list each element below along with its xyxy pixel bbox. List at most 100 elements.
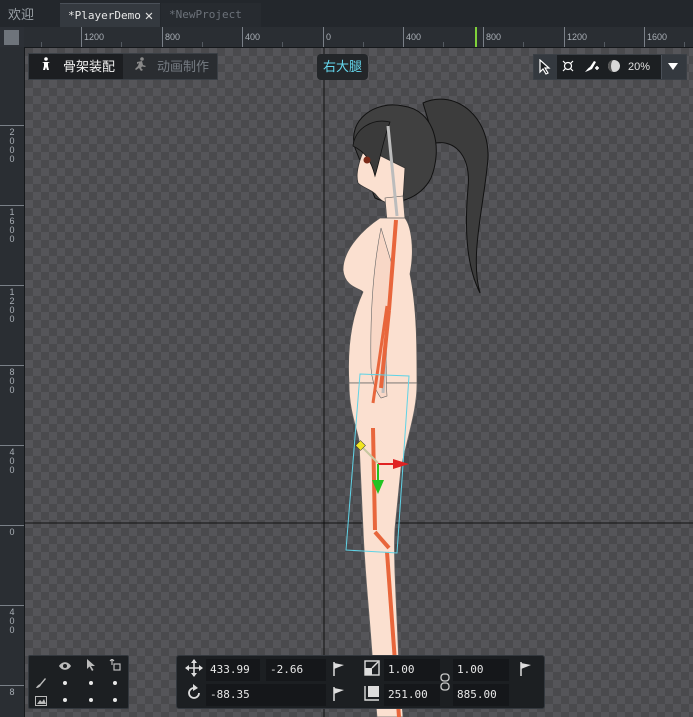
ruler-minor-tick: [121, 42, 122, 47]
cursor-icon: [539, 59, 551, 75]
ruler-tick: 800: [162, 27, 180, 47]
ruler-minor-tick: [363, 42, 364, 47]
ruler-tick: 400: [403, 27, 421, 47]
pointer-icon[interactable]: [81, 658, 101, 672]
ruler-minor-tick: [41, 42, 42, 47]
ruler-tick-label: 8: [9, 687, 15, 697]
height-field[interactable]: 885.00: [453, 684, 509, 706]
ruler-tick-label: 1200: [567, 32, 588, 42]
right-thigh-bone[interactable]: [371, 427, 377, 531]
ruler-tick-label: 2000: [9, 127, 15, 164]
select-tool-button[interactable]: [534, 55, 557, 79]
ruler-tick: 1600: [644, 27, 667, 47]
scale-x-field[interactable]: 1.00: [384, 659, 440, 681]
ruler-minor-tick: [604, 42, 605, 47]
ruler-tick-label: 800: [165, 32, 181, 42]
horizontal-ruler: 1200 800 400 0 400 800 1200 1600: [24, 27, 693, 48]
tab-player-demo[interactable]: *PlayerDemo ✕: [60, 3, 160, 27]
zoom-dropdown-button[interactable]: [661, 55, 686, 79]
person-running-icon: [133, 54, 147, 79]
ruler-tick-label: 400: [9, 447, 15, 475]
ruler-tick: 400: [0, 605, 24, 635]
ruler-tick-label: 800: [486, 32, 502, 42]
add-bone-button[interactable]: [580, 55, 603, 79]
position-x-field[interactable]: 433.99: [206, 659, 260, 681]
ruler-tick: 1200: [564, 27, 587, 47]
ruler-minor-tick: [523, 42, 524, 47]
scene-view: [25, 48, 693, 717]
tab-label: 欢迎: [8, 7, 35, 22]
person-standing-icon: [39, 54, 53, 79]
chevron-down-icon: [668, 63, 678, 70]
image-icon: [33, 693, 49, 707]
ruler-tick-label: 1200: [9, 287, 15, 324]
toggle-dot[interactable]: [89, 698, 93, 702]
ruler-tick: 400: [0, 445, 24, 475]
ruler-tick-label: 1600: [647, 32, 668, 42]
scale-y-field[interactable]: 1.00: [453, 659, 509, 681]
width-field[interactable]: 251.00: [384, 684, 440, 706]
ruler-position-marker: [475, 27, 477, 47]
tab-welcome[interactable]: 欢迎: [0, 3, 58, 27]
ruler-tick-label: 0: [9, 527, 15, 537]
flag-icon[interactable]: [332, 687, 346, 701]
ruler-tick: 800: [0, 365, 24, 395]
toggle-dot[interactable]: [89, 681, 93, 685]
ruler-corner-square: [4, 30, 19, 45]
ruler-minor-tick: [202, 42, 203, 47]
selected-bone-label: 右大腿: [317, 54, 369, 80]
rotation-field[interactable]: -88.35: [206, 684, 326, 706]
toggle-dot[interactable]: [63, 698, 67, 702]
eye-icon[interactable]: [55, 658, 75, 672]
move-icon: [185, 659, 203, 677]
ruler-tick-label: 1600: [9, 207, 15, 244]
ruler-tick: 8: [0, 685, 24, 697]
ik-button[interactable]: [603, 55, 626, 79]
ruler-tick: 1200: [81, 27, 104, 47]
ruler-tick-label: 800: [9, 367, 15, 395]
bone-tool-button[interactable]: [557, 55, 580, 79]
scale-icon: [364, 660, 380, 676]
tab-bar: 欢迎 *PlayerDemo ✕ *NewProject: [0, 0, 693, 28]
size-icon: [364, 686, 379, 701]
link-icon[interactable]: [105, 658, 125, 672]
ruler-minor-tick: [443, 42, 444, 47]
flag-icon[interactable]: [332, 662, 346, 676]
rig-mode-button[interactable]: 骨架装配: [29, 54, 123, 79]
editor-canvas[interactable]: 骨架装配 动画制作 右大腿 20% 433.99 -2.66 -88.35 1.…: [25, 48, 693, 717]
character-sprite[interactable]: [342, 98, 489, 717]
character-eye: [363, 156, 371, 164]
tab-label: *PlayerDemo: [68, 9, 141, 22]
position-y-field[interactable]: -2.66: [266, 659, 326, 681]
ruler-tick: 800: [483, 27, 501, 47]
layer-visibility-panel: [28, 655, 129, 709]
ruler-minor-tick: [684, 42, 685, 47]
close-icon[interactable]: ✕: [142, 4, 156, 28]
mode-switch: 骨架装配 动画制作: [28, 53, 218, 80]
ruler-tick: 400: [242, 27, 260, 47]
ruler-tick-label: 0: [326, 32, 332, 42]
toggle-dot[interactable]: [113, 698, 117, 702]
brush-icon: [33, 676, 49, 690]
anim-mode-button[interactable]: 动画制作: [123, 54, 217, 79]
toggle-dot[interactable]: [113, 681, 117, 685]
vertical-ruler: 2000 1600 1200 800 400 0 400 8: [0, 47, 25, 717]
rig-mode-label: 骨架装配: [63, 59, 116, 74]
link-icon[interactable]: [439, 672, 451, 692]
flag-icon[interactable]: [519, 662, 533, 676]
tab-label: *NewProject: [169, 8, 242, 21]
ruler-corner[interactable]: [0, 27, 24, 47]
bone-icon: [562, 60, 574, 72]
canvas-toolbar: 20%: [533, 54, 687, 80]
toggle-dot[interactable]: [63, 681, 67, 685]
zoom-level: 20%: [628, 61, 651, 73]
ruler-tick-label: 400: [245, 32, 261, 42]
ruler-tick: 1200: [0, 285, 24, 324]
tab-new-project[interactable]: *NewProject: [161, 3, 261, 27]
sphere-icon: [608, 60, 620, 72]
ruler-minor-tick: [282, 42, 283, 47]
ruler-tick-label: 1200: [84, 32, 105, 42]
ruler-tick: 2000: [0, 125, 24, 164]
ruler-tick: 1600: [0, 205, 24, 244]
rotate-icon: [188, 684, 200, 699]
